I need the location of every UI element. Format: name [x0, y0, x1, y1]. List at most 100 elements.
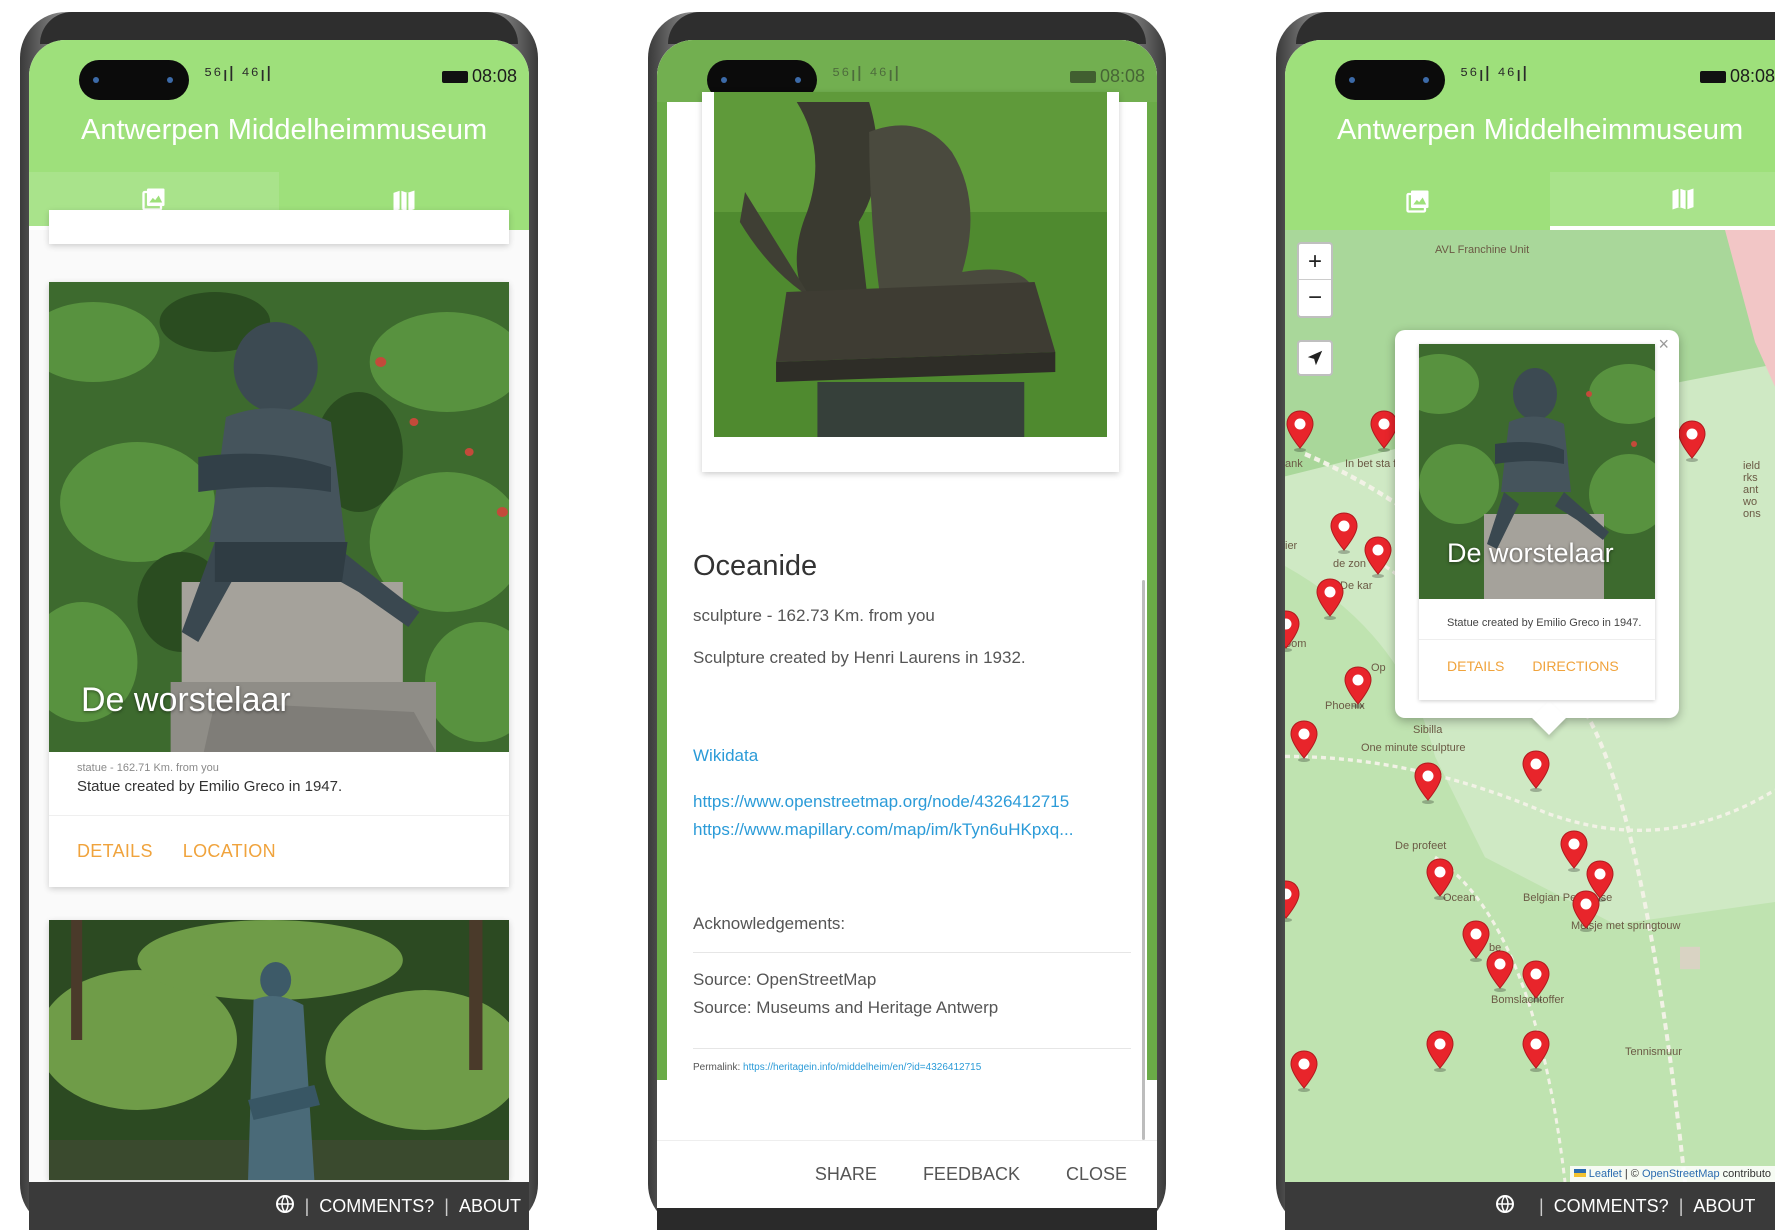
clock: 08:08 — [1069, 66, 1145, 87]
map-marker-icon[interactable] — [1425, 858, 1455, 900]
map-marker-icon[interactable] — [1285, 410, 1315, 452]
popup-close-button[interactable]: × — [1658, 334, 1669, 355]
signal-indicator: ⁵⁶ıl ⁴⁶ıl — [1460, 64, 1528, 86]
camera-cutout — [79, 60, 189, 100]
location-button[interactable]: LOCATION — [183, 841, 276, 862]
artwork-meta: statue - 162.71 Km. from you — [77, 762, 219, 774]
app-title: Antwerpen Middelheimmuseum — [81, 114, 488, 146]
map-marker-icon[interactable] — [1521, 960, 1551, 1002]
footer-separator: | — [1539, 1195, 1544, 1216]
map-marker-icon[interactable] — [1521, 1030, 1551, 1072]
tab-gallery[interactable] — [1285, 172, 1550, 230]
map-label: AVL Franchine Unit — [1435, 244, 1530, 256]
zoom-out-button[interactable]: − — [1299, 280, 1331, 316]
map-marker-icon[interactable] — [1363, 536, 1393, 578]
flag-icon — [1573, 1169, 1586, 1177]
openstreetmap-link[interactable]: https://www.openstreetmap.org/node/43264… — [693, 792, 1069, 812]
map-label: Sibilla — [1413, 724, 1443, 736]
about-link[interactable]: ABOUT — [459, 1196, 521, 1217]
map-marker-icon[interactable] — [1521, 750, 1551, 792]
share-button[interactable]: SHARE — [815, 1164, 877, 1185]
detail-title: Oceanide — [693, 550, 818, 582]
map-marker-icon[interactable] — [1571, 890, 1601, 932]
detail-description: Sculpture created by Henri Laurens in 19… — [693, 648, 1026, 667]
acknowledgements-heading: Acknowledgements: — [693, 914, 846, 933]
artwork-card[interactable] — [49, 920, 509, 1180]
map-marker-icon[interactable] — [1289, 1050, 1319, 1092]
signal-indicator: ⁵⁶ıl ⁴⁶ıl — [832, 64, 900, 86]
phone-list-view: ⁵⁶ıl ⁴⁶ıl 08:08 Antwerpen Middelheimmuse… — [20, 12, 538, 1230]
map-marker-icon[interactable] — [1285, 880, 1301, 922]
map-marker-icon[interactable] — [1315, 578, 1345, 620]
footer-separator: | — [444, 1195, 449, 1216]
leaflet-link[interactable]: Leaflet — [1589, 1168, 1622, 1180]
permalink: Permalink: https://heritagein.info/midde… — [693, 1062, 981, 1073]
close-button[interactable]: CLOSE — [1066, 1164, 1127, 1185]
app-bar: ⁵⁶ıl ⁴⁶ıl 08:08 Antwerpen Middelheimmuse… — [29, 40, 529, 230]
map-marker-icon[interactable] — [1677, 420, 1707, 462]
scrollbar[interactable] — [1142, 580, 1145, 1140]
map-icon — [1672, 188, 1693, 210]
tab-map[interactable] — [1550, 172, 1775, 230]
comments-link[interactable]: COMMENTS? — [319, 1196, 434, 1217]
artwork-photo[interactable]: De worstelaar — [49, 282, 509, 752]
statue-photo-forest — [49, 920, 509, 1180]
popup-card: De worstelaar Statue created by Emilio G… — [1419, 344, 1655, 700]
app-title: Antwerpen Middelheimmuseum — [1337, 114, 1744, 146]
marker-popup[interactable]: × De worstelaar Statue created by Emilio… — [1395, 330, 1679, 735]
map-label: ield rks ant wo ons — [1743, 460, 1761, 520]
camera-cutout — [1335, 60, 1445, 100]
globe-icon[interactable] — [1495, 1194, 1515, 1219]
zoom-in-button[interactable]: + — [1299, 244, 1331, 280]
status-bar: ⁵⁶ıl ⁴⁶ıl 08:08 — [29, 40, 529, 102]
feedback-button[interactable]: FEEDBACK — [923, 1164, 1020, 1185]
map-marker-icon[interactable] — [1285, 610, 1301, 652]
detail-subtitle: sculpture - 162.73 Km. from you — [693, 606, 935, 625]
backdrop-edge — [1147, 102, 1157, 1080]
locate-button[interactable] — [1297, 340, 1333, 376]
attribution-sep: | © — [1621, 1168, 1642, 1180]
details-button[interactable]: DETAILS — [77, 841, 153, 862]
map-marker-icon[interactable] — [1343, 666, 1373, 708]
divider — [693, 1048, 1131, 1049]
footer-bar: | COMMENTS? | ABOUT — [1285, 1182, 1775, 1230]
gallery-icon — [1405, 190, 1428, 213]
attribution-tail: contributo — [1719, 1168, 1771, 1180]
statue-photo-oceanide — [714, 92, 1107, 437]
map-marker-icon[interactable] — [1425, 1030, 1455, 1072]
wikidata-link[interactable]: Wikidata — [693, 746, 758, 766]
status-bar: ⁵⁶ıl ⁴⁶ıl 08:08 — [1285, 40, 1775, 102]
map-label: Tennismuur — [1625, 1046, 1682, 1058]
details-button[interactable]: DETAILS — [1447, 658, 1504, 674]
artwork-description: Statue created by Emilio Greco in 1947. — [77, 778, 343, 795]
comments-link[interactable]: COMMENTS? — [1554, 1196, 1669, 1217]
list-item[interactable] — [49, 210, 509, 244]
globe-icon[interactable] — [275, 1194, 295, 1219]
about-link[interactable]: ABOUT — [1693, 1196, 1755, 1217]
popup-description: Statue created by Emilio Greco in 1947. — [1419, 599, 1655, 640]
osm-link[interactable]: OpenStreetMap — [1642, 1168, 1720, 1180]
permalink-url[interactable]: https://heritagein.info/middelheim/en/?i… — [743, 1062, 981, 1073]
map-marker-icon[interactable] — [1413, 762, 1443, 804]
backdrop-edge — [657, 102, 667, 1080]
artwork-photo[interactable] — [49, 920, 509, 1180]
map-marker-icon[interactable] — [1329, 512, 1359, 554]
screen: ⁵⁶ıl ⁴⁶ıl 08:08 Antwerpen Middelheimmuse… — [1285, 40, 1775, 1230]
map-view[interactable]: AVL Franchine Unit In bet sta fig de zon… — [1285, 230, 1775, 1182]
zoom-control: + − — [1297, 242, 1333, 318]
popup-title: De worstelaar — [1447, 538, 1614, 568]
footer-separator: | — [1678, 1195, 1684, 1216]
battery-icon — [1699, 71, 1726, 84]
clock: 08:08 — [441, 66, 517, 87]
mapillary-link[interactable]: https://www.mapillary.com/map/im/kTyn6uH… — [693, 820, 1073, 840]
map-marker-icon[interactable] — [1289, 720, 1319, 762]
battery-icon — [1069, 71, 1096, 84]
map-label: ier — [1285, 540, 1298, 552]
artwork-card[interactable]: De worstelaar statue - 162.71 Km. from y… — [49, 282, 509, 887]
artwork-list[interactable]: De worstelaar statue - 162.71 Km. from y… — [29, 210, 529, 1230]
map-attribution: Leaflet | © OpenStreetMap contributo — [1569, 1166, 1775, 1182]
directions-button[interactable]: DIRECTIONS — [1532, 658, 1618, 674]
artwork-photo — [702, 92, 1119, 472]
map-marker-icon[interactable] — [1485, 950, 1515, 992]
location-arrow-icon — [1307, 350, 1323, 366]
